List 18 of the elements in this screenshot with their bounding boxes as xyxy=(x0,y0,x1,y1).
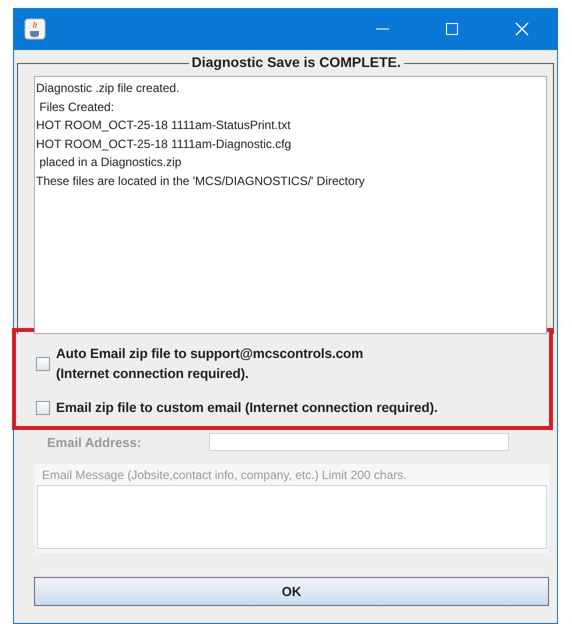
checkbox-label: Auto Email zip file to support@mcscontrols.com (Internet connection required). xyxy=(56,345,364,383)
log-line: placed in a Diagnostics.zip xyxy=(38,154,182,171)
log-line: Diagnostic .zip file created. xyxy=(36,80,180,97)
checkbox[interactable] xyxy=(36,401,50,415)
ok-button[interactable]: OK xyxy=(34,577,549,606)
minimize-icon xyxy=(376,28,388,30)
log-line: Files Created: xyxy=(38,98,116,116)
log-line: HOT ROOM_OCT-25-18 1111am-StatusPrint.txt xyxy=(36,117,292,134)
log-line: These files are located in the 'MCS/DIAGNOSTICS/' Directory xyxy=(36,172,366,190)
close-icon xyxy=(515,22,529,36)
log-line: HOT ROOM_OCT-25-18 1111am-Diagnostic.cfg xyxy=(36,136,292,152)
maximize-icon xyxy=(445,22,459,36)
checkbox[interactable] xyxy=(36,357,50,371)
panel-title: Diagnostic Save is COMPLETE. xyxy=(188,54,404,70)
checkbox-label: Email zip file to custom email (Internet connection required). xyxy=(56,399,438,417)
field-label: Email Message (Jobsite,contact info, company, etc.) Limit 200 chars. xyxy=(41,468,408,482)
cup-icon xyxy=(24,18,46,40)
field-label: Email Address: xyxy=(47,434,142,450)
